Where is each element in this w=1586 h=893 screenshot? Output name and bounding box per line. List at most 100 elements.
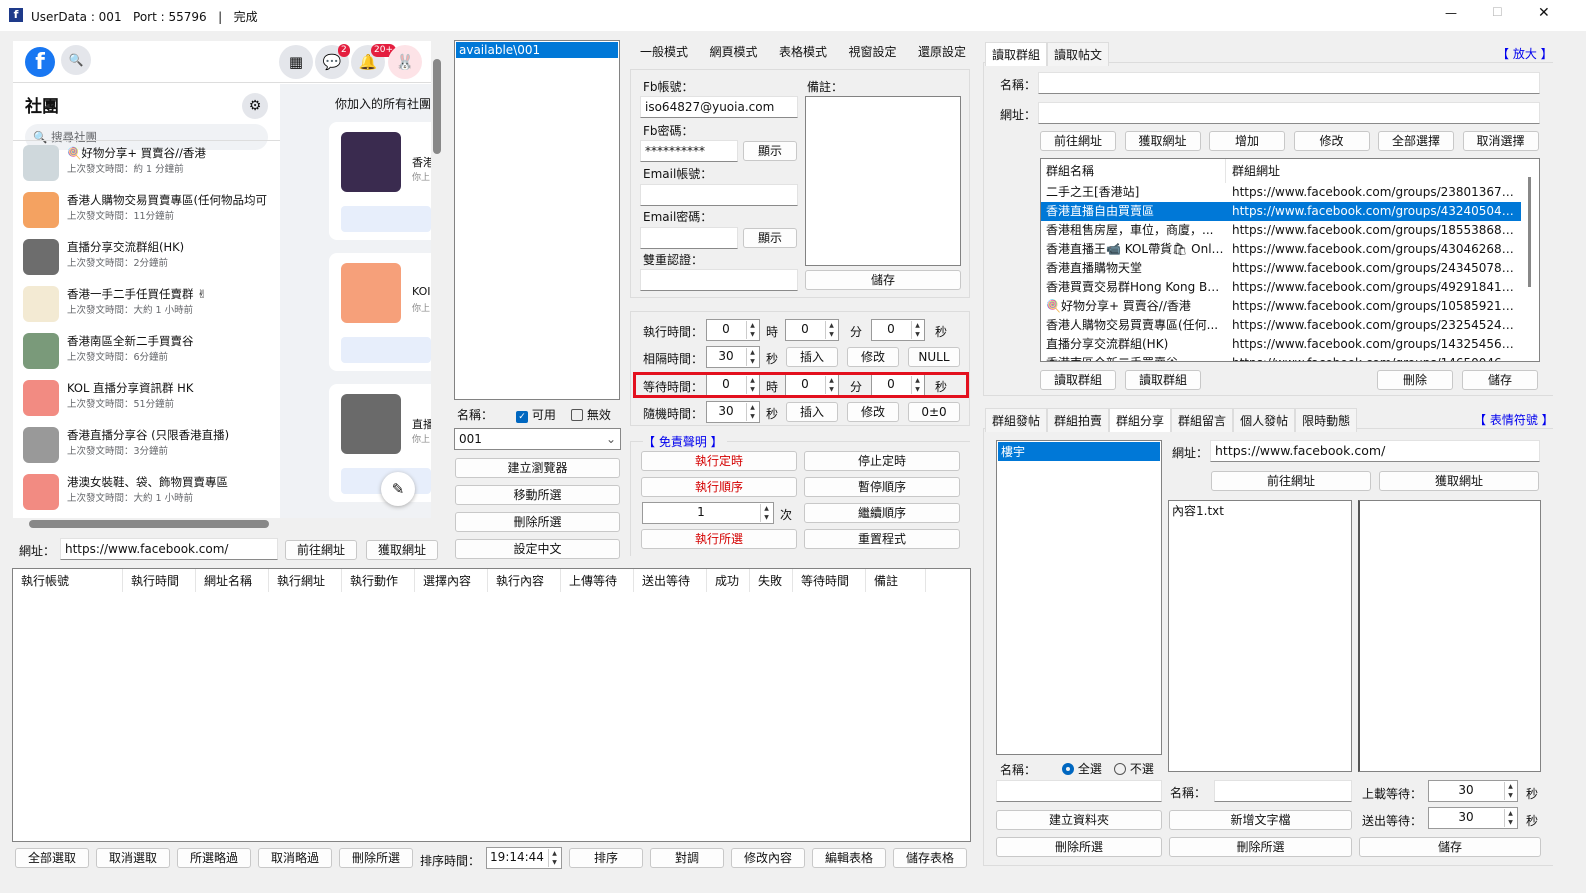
maximize-button[interactable]: ☐ <box>1492 5 1503 19</box>
folder-name-input[interactable] <box>996 780 1162 802</box>
group-action-button[interactable]: 修改 <box>1293 131 1370 151</box>
reset-program-button[interactable]: 重置程式 <box>804 529 960 549</box>
bottom-action-button[interactable]: 刪除所選 <box>339 848 413 868</box>
stepper-arrows-icon[interactable]: ▲ ▼ <box>760 504 772 522</box>
log-column-header[interactable]: 執行內容 <box>488 569 561 592</box>
post-tab[interactable]: 群組留言 <box>1171 408 1234 432</box>
group-list-item[interactable]: KOL 直播分享資訊群 HK 上次發文時間：51分鐘前 <box>13 376 280 423</box>
invalid-checkbox[interactable]: 無效 <box>571 406 611 423</box>
note-textarea[interactable] <box>805 96 961 266</box>
log-table[interactable]: 執行帳號 執行時間 網址名稱 執行網址 執行動作 選擇內容 執行內容 上傳等待 送出等待 成功 失敗… <box>12 568 971 842</box>
pause-sequence-button[interactable]: 暫停順序 <box>804 477 960 497</box>
sort-time-stepper[interactable]: 19:14:44 ▲ ▼ <box>486 847 562 869</box>
post-tab[interactable]: 群組發帖 <box>985 408 1048 432</box>
group-action-button[interactable]: 全部選擇 <box>1378 131 1454 151</box>
create-folder-button[interactable]: 建立資料夾 <box>996 810 1162 830</box>
bottom-action-button[interactable]: 編輯表格 <box>812 848 886 868</box>
log-column-header[interactable]: 成功 <box>707 569 750 592</box>
group-list-item[interactable]: 香港直播分享谷 (只限香港直播) 上次發文時間：3分鐘前 <box>13 423 280 470</box>
log-column-header[interactable]: 網址名稱 <box>196 569 269 592</box>
group-list-item[interactable]: 香港人購物交易買賣專區(任何物品均可) 上次發文時間：11分鐘前 <box>13 188 280 235</box>
group-table[interactable]: 群組名稱 群組網址 二手之王[香港站] https://www.facebook.… <box>1040 158 1540 362</box>
group-action-button[interactable]: 獲取網址 <box>1124 131 1201 151</box>
emoji-link[interactable]: 【 表情符號 】 <box>1474 411 1554 428</box>
email-password-input[interactable] <box>640 227 738 249</box>
group-list-item[interactable]: 香港一手二手任買任賣群 ✌ 上次發文時間：大約 1 小時前 <box>13 282 280 329</box>
group-table-row[interactable]: 香港租售房屋，車位，商廈，... https://www.facebook.com… <box>1041 221 1539 240</box>
share-get-button[interactable]: 獲取網址 <box>1379 471 1539 491</box>
exec-sequence-button[interactable]: 執行順序 <box>641 477 797 497</box>
browser-go-button[interactable]: 前往網址 <box>285 540 357 560</box>
account-item[interactable]: available\001 <box>456 42 618 58</box>
group-action-button[interactable]: 增加 <box>1209 131 1285 151</box>
continue-sequence-button[interactable]: 繼續順序 <box>804 503 960 523</box>
fb-account-input[interactable]: iso64827@yuoia.com <box>640 96 798 118</box>
bottom-action-button[interactable]: 對調 <box>650 848 724 868</box>
group-table-row[interactable]: 香港南區全新二手買賣谷https://www.facebook.com/grou… <box>1041 354 1539 361</box>
stepper-arrows-icon[interactable]: ▲ ▼ <box>746 321 758 339</box>
select-all-radio[interactable]: 全選 <box>1062 760 1102 777</box>
share-go-button[interactable]: 前往網址 <box>1211 471 1371 491</box>
file-item[interactable]: 內容1.txt <box>1169 501 1351 520</box>
group-list-item[interactable]: 🍭好物分享+ 買賣谷//香港 上次發文時間：約 1 分鐘前 <box>13 141 280 188</box>
group-list-button[interactable]: 讀取群組 <box>1040 370 1116 390</box>
group-table-row[interactable]: 香港人購物交易買賣專區(任何... https://www.facebook.co… <box>1041 316 1539 335</box>
save-note-button[interactable]: 儲存 <box>805 270 961 290</box>
folder-item[interactable]: 樓宇 <box>998 442 1160 461</box>
post-tab[interactable]: 群組拍賣 <box>1047 408 1110 432</box>
stepper-arrows-icon[interactable]: ▲ ▼ <box>548 849 560 867</box>
group-list-item[interactable]: 香港南區全新二手買賣谷 上次發文時間：6分鐘前 <box>13 329 280 376</box>
compose-icon[interactable]: ✎ <box>381 472 415 506</box>
log-column-header[interactable]: 失敗 <box>750 569 793 592</box>
new-text-file-button[interactable]: 新增文字檔 <box>1169 810 1352 830</box>
upload-wait-stepper[interactable]: 30 ▲ ▼ <box>1428 780 1518 802</box>
mode-tab[interactable]: 表格模式 <box>775 43 831 63</box>
interval-edit-button[interactable]: 修改 <box>847 347 899 367</box>
send-wait-stepper[interactable]: 30 ▲ ▼ <box>1428 807 1518 829</box>
account-action-button[interactable]: 移動所選 <box>455 485 620 505</box>
twofa-input[interactable] <box>640 269 798 291</box>
minimize-button[interactable]: — <box>1445 6 1457 20</box>
group-list-button[interactable]: 儲存 <box>1462 370 1538 390</box>
show-fb-password-button[interactable]: 顯示 <box>743 141 797 161</box>
account-action-button[interactable]: 設定中文 <box>455 539 620 559</box>
log-column-header[interactable]: 上傳等待 <box>561 569 634 592</box>
group-table-row[interactable]: 二手之王[香港站] https://www.facebook.com/groups… <box>1041 183 1539 202</box>
bottom-action-button[interactable]: 取消選取 <box>96 848 170 868</box>
embedded-browser[interactable]: f 🔍 ▦ 💬 2 🔔 20+ 🐰 社團 ⚙ 🔍 搜尋社團 🍭好物分享+ 買賣谷… <box>13 41 443 518</box>
group-url-input[interactable] <box>1038 102 1540 124</box>
group-table-scrollbar[interactable] <box>1528 177 1531 287</box>
interval-seconds-stepper[interactable]: 30 ▲ ▼ <box>706 346 760 368</box>
post-tab[interactable]: 個人發帖 <box>1233 408 1296 432</box>
facebook-logo-icon[interactable]: f <box>25 47 55 77</box>
browser-url-input[interactable]: https://www.facebook.com/ <box>60 538 278 560</box>
enabled-checkbox[interactable]: ✓ 可用 <box>516 406 556 423</box>
mode-tab[interactable]: 還原設定 <box>914 43 970 63</box>
group-name-input[interactable] <box>1038 72 1540 94</box>
group-card[interactable]: KOI 你上 <box>329 253 439 371</box>
group-list-button[interactable]: 刪除 <box>1377 370 1453 390</box>
folder-list[interactable]: 樓宇 <box>996 440 1162 755</box>
select-none-radio[interactable]: 不選 <box>1114 760 1154 777</box>
stepper-arrows-icon[interactable]: ▲ ▼ <box>746 348 758 366</box>
zoom-link[interactable]: 【 放大 】 <box>1497 45 1553 62</box>
fb-password-input[interactable]: ********** <box>640 140 738 162</box>
log-column-header[interactable]: 選擇內容 <box>415 569 488 592</box>
exec-timer-button[interactable]: 執行定時 <box>641 451 797 471</box>
group-table-row[interactable]: 🍭好物分享+ 買賣谷//香港 https://www.facebook.com/g… <box>1041 297 1539 316</box>
repeat-count-stepper[interactable]: 1 ▲ ▼ <box>642 502 774 524</box>
vertical-scrollbar[interactable] <box>431 41 443 518</box>
log-column-header[interactable]: 備註 <box>866 569 926 592</box>
bottom-action-button[interactable]: 儲存表格 <box>893 848 967 868</box>
share-url-input[interactable]: https://www.facebook.com/ <box>1210 440 1540 462</box>
avatar[interactable]: 🐰 <box>388 45 422 79</box>
stop-timer-button[interactable]: 停止定時 <box>804 451 960 471</box>
group-table-row[interactable]: 香港直播自由買賣區 https://www.facebook.com/groups… <box>1041 202 1521 221</box>
email-account-input[interactable] <box>640 184 798 206</box>
delete-file-button[interactable]: 刪除所選 <box>1169 837 1352 857</box>
stepper-arrows-icon[interactable]: ▲ ▼ <box>746 403 758 421</box>
group-action-button[interactable]: 前往網址 <box>1040 131 1116 151</box>
disclaimer-link[interactable]: 【 免責聲明 】 <box>643 433 727 450</box>
random-pm-button[interactable]: 0±0 <box>908 402 960 422</box>
group-card[interactable]: 香港 你上 <box>329 122 439 240</box>
